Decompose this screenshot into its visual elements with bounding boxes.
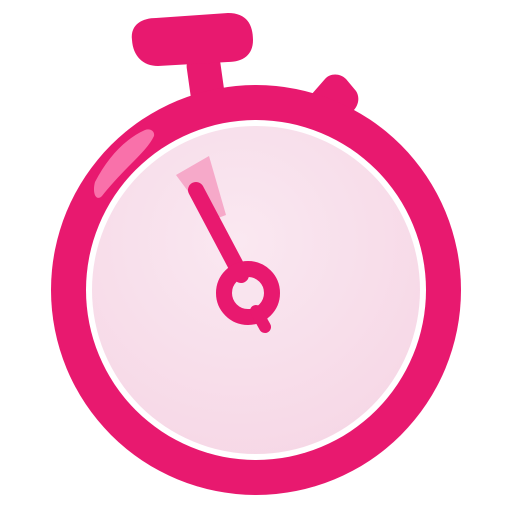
stopwatch-icon [51, 13, 461, 495]
icon-canvas [0, 0, 512, 512]
stopwatch-face [92, 126, 420, 454]
hub-tail [250, 305, 271, 333]
